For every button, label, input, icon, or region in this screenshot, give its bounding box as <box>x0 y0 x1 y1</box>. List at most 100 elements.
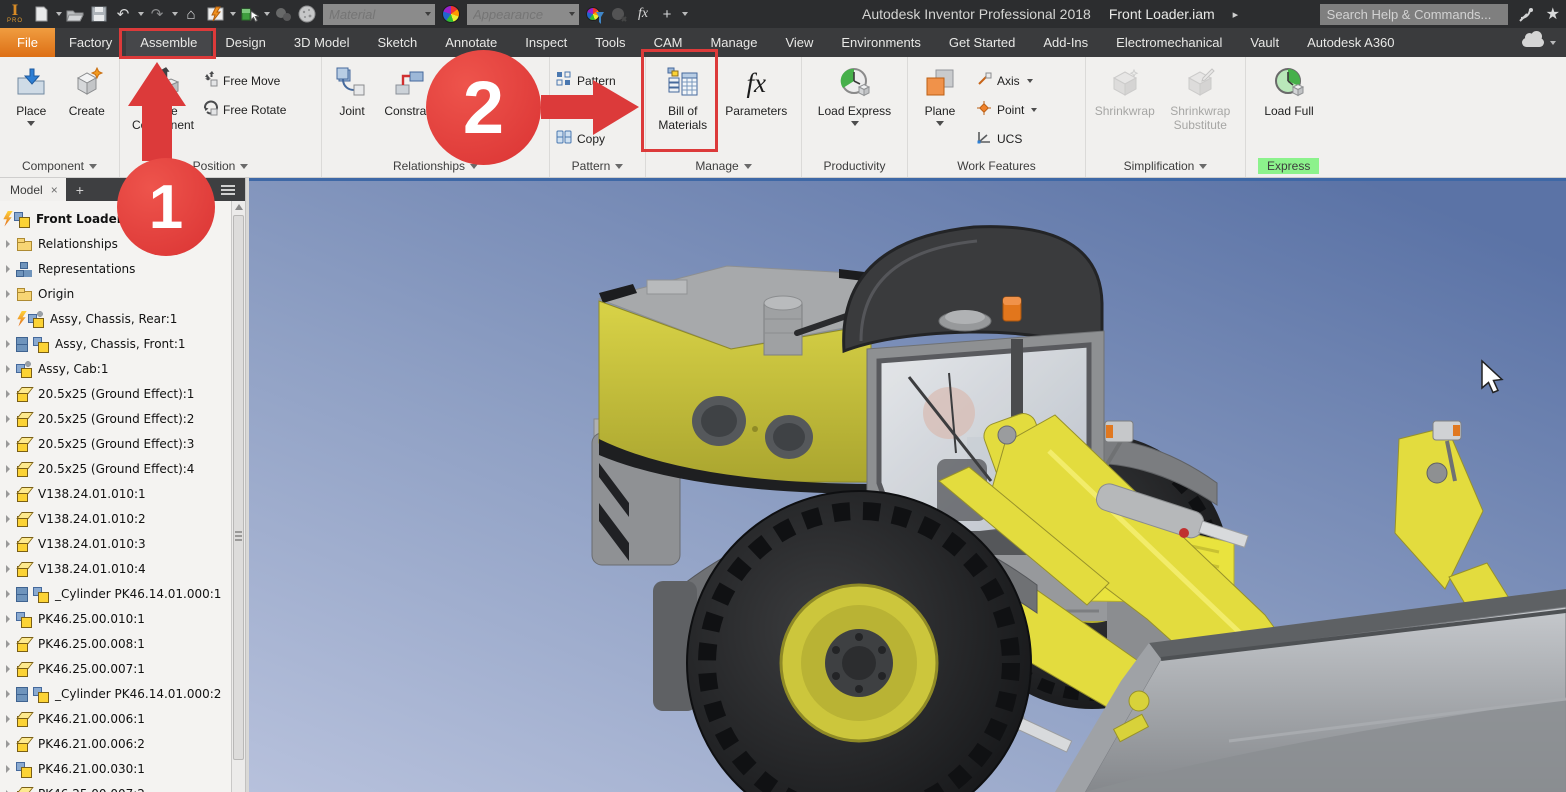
move-component-button[interactable]: Move Component <box>124 60 202 155</box>
axis-button[interactable]: Axis <box>976 66 1037 95</box>
document-switch-arrow-icon[interactable]: ▸ <box>1233 8 1239 21</box>
undo-icon[interactable]: ↶ <box>112 2 134 26</box>
tree-item[interactable]: PK46.21.00.030:1 <box>2 756 231 781</box>
scroll-up-icon[interactable] <box>235 204 243 210</box>
tab-manage[interactable]: Manage <box>696 28 771 57</box>
mirror-button[interactable]: Mirror <box>556 95 616 124</box>
tab-assemble[interactable]: Assemble <box>126 28 211 57</box>
create-button[interactable]: Create <box>69 60 105 155</box>
local-update-icon[interactable] <box>204 2 226 26</box>
expand-chevron-icon[interactable] <box>6 640 10 648</box>
tab-electromechanical[interactable]: Electromechanical <box>1102 28 1236 57</box>
tab-factory[interactable]: Factory <box>55 28 126 57</box>
bill-of-materials-button[interactable]: Bill of Materials <box>651 60 715 155</box>
expand-chevron-icon[interactable] <box>6 490 10 498</box>
undo-caret-icon[interactable] <box>138 12 144 16</box>
tree-item[interactable]: PK46.21.00.006:2 <box>2 731 231 756</box>
expand-chevron-icon[interactable] <box>6 740 10 748</box>
material-input[interactable] <box>323 7 423 22</box>
tree-item[interactable]: Representations <box>2 256 231 281</box>
tab-3d-model[interactable]: 3D Model <box>280 28 364 57</box>
expand-chevron-icon[interactable] <box>6 690 10 698</box>
browser-tab-model[interactable]: Model × <box>0 178 66 201</box>
tree-item[interactable]: Assy, Chassis, Rear:1 <box>2 306 231 331</box>
panel-label-relationships[interactable]: Relationships <box>322 155 549 177</box>
expand-chevron-icon[interactable] <box>6 340 10 348</box>
browser-search-icon[interactable] <box>200 185 209 194</box>
tab-cam[interactable]: CAM <box>640 28 697 57</box>
constrain-button[interactable]: Constrain <box>378 60 442 155</box>
new-file-icon[interactable] <box>30 2 52 26</box>
expand-chevron-icon[interactable] <box>6 665 10 673</box>
material-combo[interactable] <box>323 4 435 25</box>
expand-chevron-icon[interactable] <box>6 265 10 273</box>
pattern-button[interactable]: Pattern <box>556 66 616 95</box>
copy-button[interactable]: Copy <box>556 124 616 153</box>
show-button[interactable]: Show <box>448 66 525 95</box>
tab-annotate[interactable]: Annotate <box>431 28 511 57</box>
add-browser-tab-button[interactable]: + <box>66 182 94 198</box>
select-caret-icon[interactable] <box>264 12 270 16</box>
appearance-caret-icon[interactable] <box>569 12 575 16</box>
panel-label-work-features[interactable]: Work Features <box>908 155 1085 177</box>
place-caret-icon[interactable] <box>27 121 35 126</box>
place-button[interactable]: Place <box>14 60 48 155</box>
tab-design[interactable]: Design <box>211 28 279 57</box>
tab-file[interactable]: File <box>0 28 55 57</box>
expand-chevron-icon[interactable] <box>6 415 10 423</box>
a360-cloud[interactable] <box>1522 28 1556 57</box>
sign-in-satellite-icon[interactable] <box>1516 2 1538 26</box>
expand-chevron-icon[interactable] <box>6 290 10 298</box>
tree-item[interactable]: V138.24.01.010:4 <box>2 556 231 581</box>
new-file-caret-icon[interactable] <box>56 12 62 16</box>
tree-item[interactable]: V138.24.01.010:2 <box>2 506 231 531</box>
tree-item[interactable]: Assy, Cab:1 <box>2 356 231 381</box>
free-move-button[interactable]: Free Move <box>202 66 286 95</box>
point-caret-icon[interactable] <box>1031 108 1037 112</box>
search-input[interactable] <box>1320 4 1508 25</box>
tree-item[interactable]: 20.5x25 (Ground Effect):2 <box>2 406 231 431</box>
panel-label-simplification[interactable]: Simplification <box>1086 155 1245 177</box>
tree-item[interactable]: Assy, Chassis, Front:1 <box>2 331 231 356</box>
cloud-caret-icon[interactable] <box>1550 41 1556 45</box>
tab-get-started[interactable]: Get Started <box>935 28 1029 57</box>
tree-item[interactable]: PK46.21.00.006:1 <box>2 706 231 731</box>
favorites-star-icon[interactable]: ★ <box>1546 4 1560 24</box>
panel-label-pattern[interactable]: Pattern <box>550 155 645 177</box>
free-rotate-button[interactable]: Free Rotate <box>202 95 286 124</box>
tree-item[interactable]: Relationships <box>2 231 231 256</box>
tree-item[interactable]: V138.24.01.010:3 <box>2 531 231 556</box>
update-caret-icon[interactable] <box>230 12 236 16</box>
save-icon[interactable] <box>88 2 110 26</box>
tree-item[interactable]: V138.24.01.010:1 <box>2 481 231 506</box>
expand-chevron-icon[interactable] <box>6 390 10 398</box>
tab-sketch[interactable]: Sketch <box>363 28 431 57</box>
browser-menu-icon[interactable] <box>221 185 235 187</box>
tree-item[interactable]: PK46.25.00.010:1 <box>2 606 231 631</box>
plane-caret-icon[interactable] <box>936 121 944 126</box>
tree-scrollbar[interactable] <box>231 201 245 792</box>
expand-chevron-icon[interactable] <box>6 465 10 473</box>
expand-chevron-icon[interactable] <box>6 565 10 573</box>
load-full-button[interactable]: Load Full <box>1256 60 1322 155</box>
tab-autodesk-a360[interactable]: Autodesk A360 <box>1293 28 1408 57</box>
tree-item[interactable]: 20.5x25 (Ground Effect):4 <box>2 456 231 481</box>
redo-icon[interactable]: ↷ <box>146 2 168 26</box>
select-icon[interactable] <box>238 2 260 26</box>
appearance-combo[interactable] <box>467 4 579 25</box>
expand-chevron-icon[interactable] <box>6 315 10 323</box>
tree-item[interactable]: _Cylinder PK46.14.01.000:1 <box>2 581 231 606</box>
plane-button[interactable]: Plane <box>912 60 968 155</box>
tree-item[interactable]: Front Loader <box>2 206 231 231</box>
appearance-input[interactable] <box>467 7 567 22</box>
panel-label-position[interactable]: Position <box>120 155 321 177</box>
load-express-button[interactable]: Load Express <box>810 60 900 155</box>
expand-chevron-icon[interactable] <box>6 615 10 623</box>
show-sick-button[interactable]: Show Sick <box>448 95 525 124</box>
close-icon[interactable]: × <box>51 183 58 197</box>
panel-label-component[interactable]: Component <box>0 155 119 177</box>
expand-chevron-icon[interactable] <box>6 365 10 373</box>
tab-add-ins[interactable]: Add-Ins <box>1029 28 1102 57</box>
material-caret-icon[interactable] <box>425 12 431 16</box>
panel-label-manage[interactable]: Manage <box>646 155 801 177</box>
